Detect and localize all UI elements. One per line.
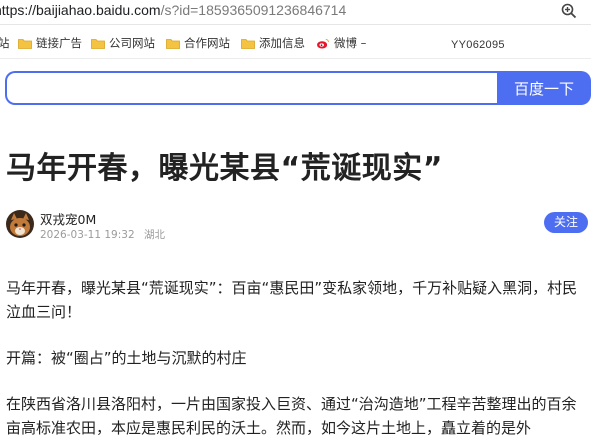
weibo-icon <box>317 38 330 49</box>
article-paragraph: 开篇：被“圈占”的土地与沉默的村庄 <box>6 349 247 367</box>
bookmark-item[interactable]: 站 <box>0 35 10 51</box>
article-paragraph: 在陕西省洛川县洛阳村，一片由国家投入巨资、通过“治沟造地”工程辛苦整理出的百余亩… <box>6 395 577 437</box>
search-input[interactable] <box>5 71 515 105</box>
folder-icon <box>241 38 255 49</box>
bookmark-label: 公司网站 <box>109 36 155 50</box>
avatar[interactable] <box>6 210 34 238</box>
article-meta: 2026-03-11 19:32 湖北 <box>40 227 165 242</box>
bookmark-item[interactable]: 合作网站 <box>166 35 230 51</box>
bookmark-code-text: YY062095 <box>451 39 505 51</box>
article-title: 马年开春，曝光某县“荒诞现实” <box>6 151 443 186</box>
url-host: https://baijiahao.baidu.com <box>0 2 161 18</box>
bookmark-item[interactable]: 添加信息 <box>241 35 305 51</box>
author-name[interactable]: 双戎宠0M <box>40 209 96 228</box>
bookmark-item[interactable]: 公司网站 <box>91 35 155 51</box>
bookmark-label: 合作网站 <box>184 36 230 50</box>
publish-date: 2026-03-11 19:32 <box>40 229 135 241</box>
bookmark-label: 站 <box>0 36 10 50</box>
address-bar[interactable]: https://baijiahao.baidu.com/s?id=1859365… <box>0 0 591 25</box>
bookmark-label: 添加信息 <box>259 36 305 50</box>
bookmark-label: 微博 – <box>334 36 367 50</box>
folder-icon <box>166 38 180 49</box>
bookmarks-bar: 站 链接广告 公司网站 合作网站 添加信息 微博 – YY062095 <box>0 28 591 59</box>
bookmark-label: 链接广告 <box>36 36 82 50</box>
publish-location: 湖北 <box>143 229 165 241</box>
bookmark-item[interactable]: 微博 – <box>316 35 366 51</box>
folder-icon <box>91 38 105 49</box>
follow-button[interactable]: 关注 <box>544 212 588 233</box>
search-bar: 百度一下 <box>5 71 591 105</box>
article-paragraph: 马年开春，曝光某县“荒诞现实”：百亩“惠民田”变私家领地，千万补贴疑入黑洞，村民… <box>6 279 578 321</box>
cat-avatar-icon <box>6 210 34 238</box>
search-button[interactable]: 百度一下 <box>497 71 591 105</box>
bookmark-item[interactable]: 链接广告 <box>18 35 82 51</box>
url-text[interactable]: https://baijiahao.baidu.com/s?id=1859365… <box>0 2 346 18</box>
folder-icon <box>18 38 32 49</box>
url-path: /s?id=1859365091236846714 <box>160 2 347 18</box>
zoom-in-icon[interactable] <box>561 3 577 19</box>
